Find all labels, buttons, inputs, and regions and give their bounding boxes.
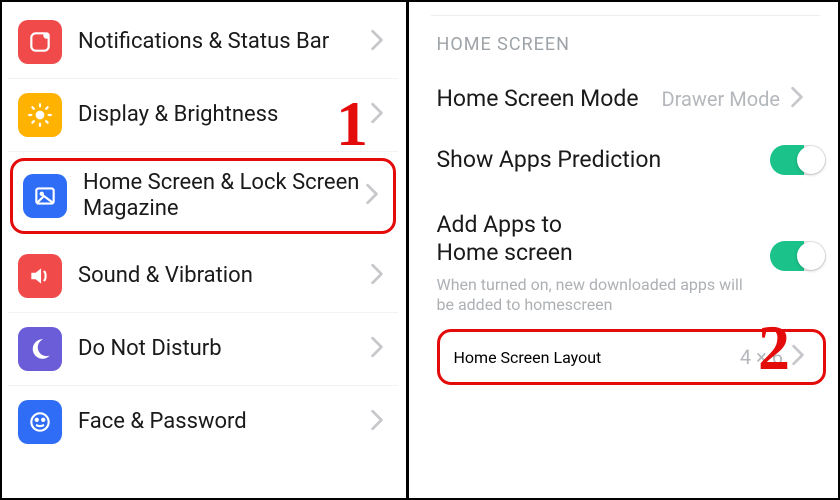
row-value: Drawer Mode [662,87,781,111]
show-apps-prediction-row[interactable]: Show Apps Prediction [437,129,827,191]
home-screen-settings-panel: HOME SCREEN Home Screen Mode Drawer Mode… [409,0,840,500]
settings-row-sound[interactable]: Sound & Vibration [8,240,398,313]
chevron-right-icon [790,86,808,112]
settings-row-home-lock[interactable]: Home Screen & Lock Screen Magazine [10,158,396,234]
settings-row-label: Display & Brightness [78,102,370,128]
chevron-right-icon [370,29,388,55]
picture-icon [23,174,67,218]
face-icon [18,400,62,444]
settings-row-label: Home Screen & Lock Screen Magazine [83,170,365,223]
row-subtext: When turned on, new downloaded apps will… [437,275,757,321]
home-screen-mode-row[interactable]: Home Screen Mode Drawer Mode [437,69,827,129]
settings-row-notifications[interactable]: Notifications & Status Bar [8,6,398,79]
home-screen-layout-row[interactable]: Home Screen Layout 4 × 6 [437,329,827,385]
chevron-right-icon [791,344,809,370]
settings-row-label: Face & Password [78,409,370,435]
toggle-switch[interactable] [770,145,826,175]
settings-row-dnd[interactable]: Do Not Disturb [8,313,398,386]
settings-row-face-password[interactable]: Face & Password [8,386,398,458]
add-apps-home-row[interactable]: Add Apps to Home screen When turned on, … [437,191,827,321]
chevron-right-icon [370,336,388,362]
settings-row-label: Notifications & Status Bar [78,29,370,55]
settings-row-display[interactable]: Display & Brightness [8,79,398,152]
row-label: Home Screen Layout [454,348,602,367]
row-label: Home Screen Mode [437,85,652,113]
settings-list-panel: Notifications & Status Bar Display & Bri… [0,0,406,500]
chevron-right-icon [370,409,388,435]
chevron-right-icon [365,183,383,209]
notification-icon [18,20,62,64]
brightness-icon [18,93,62,137]
moon-icon [18,327,62,371]
chevron-right-icon [370,102,388,128]
toggle-switch[interactable] [770,241,826,271]
divider [431,6,821,16]
section-caption: HOME SCREEN [437,34,827,55]
sound-icon [18,254,62,298]
settings-row-label: Do Not Disturb [78,336,370,362]
row-label: Add Apps to Home screen [437,211,594,267]
settings-row-label: Sound & Vibration [78,263,370,289]
row-label: Show Apps Prediction [437,146,761,174]
row-value: 4 × 6 [740,345,783,369]
chevron-right-icon [370,263,388,289]
